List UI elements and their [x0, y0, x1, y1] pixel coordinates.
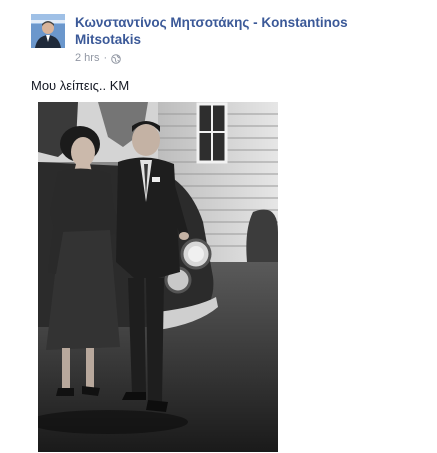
meta-separator: ·: [103, 52, 108, 64]
globe-icon[interactable]: [111, 53, 121, 64]
author-name-link[interactable]: Κωνσταντίνος Μητσοτάκης - Konstantinos M…: [75, 14, 415, 48]
post-timestamp[interactable]: 2 hrs: [75, 52, 99, 65]
post-meta: 2 hrs ·: [75, 52, 121, 65]
post-photo[interactable]: [38, 102, 278, 452]
profile-avatar[interactable]: [31, 14, 65, 48]
facebook-post: Κωνσταντίνος Μητσοτάκης - Konstantinos M…: [0, 0, 437, 453]
post-message: Μου λείπεις.. ΚΜ: [31, 78, 130, 93]
